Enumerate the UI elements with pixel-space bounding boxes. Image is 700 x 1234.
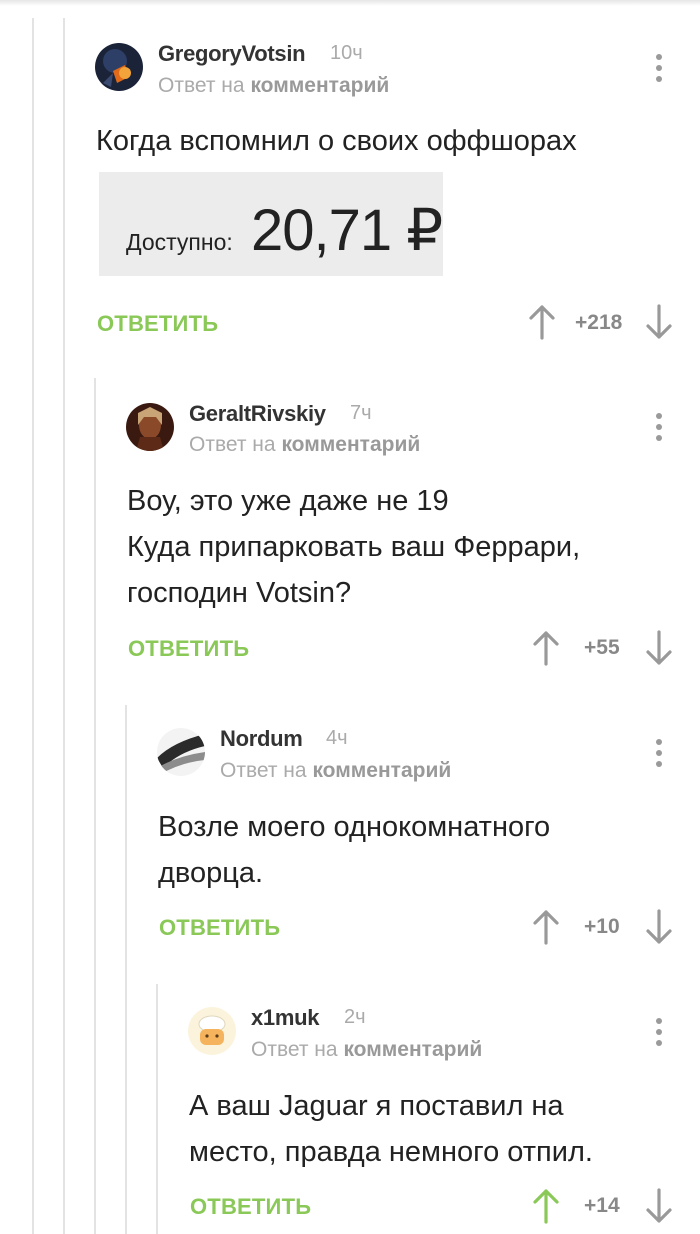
top-edge xyxy=(0,0,700,6)
reply-info: Ответ на комментарий xyxy=(158,74,389,98)
comment-text: Возле моего однокомнатного дворца. xyxy=(158,804,550,896)
text-line: А ваш Jaguar я поставил на xyxy=(189,1090,564,1122)
thread-line xyxy=(63,18,65,1234)
rating-score: +10 xyxy=(584,915,620,938)
avatar[interactable] xyxy=(126,403,174,451)
thread-line xyxy=(156,984,158,1234)
reply-info: Ответ на комментарий xyxy=(220,759,451,783)
comment-text: Когда вспомнил о своих оффшорах xyxy=(96,125,577,157)
username[interactable]: Nordum xyxy=(220,726,303,752)
upvote-icon[interactable] xyxy=(528,304,556,340)
reply-target-link[interactable]: комментарий xyxy=(250,74,389,97)
rating-score: +218 xyxy=(575,311,623,334)
more-options-icon[interactable] xyxy=(655,413,663,441)
upvote-icon[interactable] xyxy=(532,909,560,945)
timestamp: 2ч xyxy=(344,1006,366,1028)
more-options-icon[interactable] xyxy=(655,739,663,767)
text-line: Куда припарковать ваш Феррари, xyxy=(127,531,581,563)
reply-target-link[interactable]: комментарий xyxy=(281,433,420,456)
reply-button[interactable]: ОТВЕТИТЬ xyxy=(159,915,280,941)
timestamp: 4ч xyxy=(326,727,348,749)
thread-line xyxy=(94,378,96,1234)
downvote-icon[interactable] xyxy=(645,1188,673,1224)
username[interactable]: x1muk xyxy=(251,1005,320,1031)
reply-button[interactable]: ОТВЕТИТЬ xyxy=(97,311,218,337)
reply-target-link[interactable]: комментарий xyxy=(343,1038,482,1061)
downvote-icon[interactable] xyxy=(645,304,673,340)
upvote-icon-active[interactable] xyxy=(532,1188,560,1224)
reply-info: Ответ на комментарий xyxy=(189,433,420,457)
username[interactable]: GeraltRivskiy xyxy=(189,401,326,427)
reply-info: Ответ на комментарий xyxy=(251,1038,482,1062)
text-line: господин Votsin? xyxy=(127,577,352,609)
rating-score: +55 xyxy=(584,636,620,659)
avatar[interactable] xyxy=(188,1007,236,1055)
balance-amount: 20,71 ₽ xyxy=(251,198,443,263)
reply-prefix: Ответ на xyxy=(189,433,276,456)
downvote-icon[interactable] xyxy=(645,909,673,945)
attached-image[interactable]: Доступно: 20,71 ₽ xyxy=(99,172,443,276)
text-line: место, правда немного отпил. xyxy=(189,1136,593,1168)
balance-label: Доступно: xyxy=(126,229,233,255)
text-line: Возле моего однокомнатного xyxy=(158,811,551,843)
timestamp: 7ч xyxy=(350,402,372,424)
reply-target-link[interactable]: комментарий xyxy=(312,759,451,782)
comment-text: Воу, это уже даже не 19 Куда припарковат… xyxy=(127,478,580,616)
comment-text: А ваш Jaguar я поставил на место, правда… xyxy=(189,1083,593,1175)
text-line: дворца. xyxy=(158,857,264,889)
reply-prefix: Ответ на xyxy=(158,74,245,97)
text-line: Воу, это уже даже не 19 xyxy=(127,485,449,517)
timestamp: 10ч xyxy=(330,42,363,64)
reply-prefix: Ответ на xyxy=(251,1038,338,1061)
thread-line xyxy=(125,705,127,1234)
rating-score: +14 xyxy=(584,1194,620,1217)
downvote-icon[interactable] xyxy=(645,630,673,666)
more-options-icon[interactable] xyxy=(655,1018,663,1046)
more-options-icon[interactable] xyxy=(655,54,663,82)
thread-line xyxy=(32,18,34,1234)
reply-prefix: Ответ на xyxy=(220,759,307,782)
upvote-icon[interactable] xyxy=(532,630,560,666)
reply-button[interactable]: ОТВЕТИТЬ xyxy=(128,636,249,662)
username[interactable]: GregoryVotsin xyxy=(158,41,306,67)
reply-button[interactable]: ОТВЕТИТЬ xyxy=(190,1194,311,1220)
avatar[interactable] xyxy=(157,728,205,776)
avatar[interactable] xyxy=(95,43,143,91)
